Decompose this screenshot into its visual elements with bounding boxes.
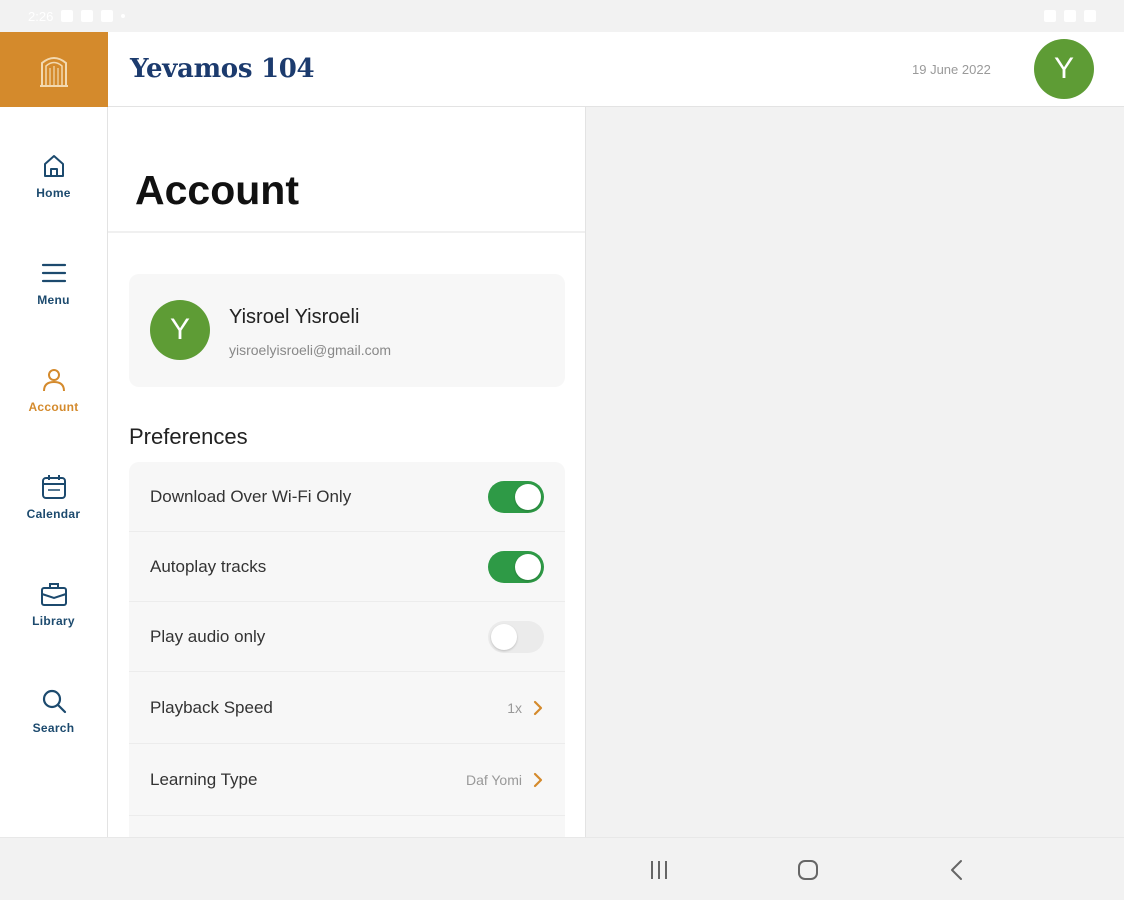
status-time: 2:26 <box>28 8 54 24</box>
battery-icon <box>1084 10 1096 22</box>
pref-label: Play audio only <box>150 626 266 646</box>
detail-panel <box>587 107 1124 837</box>
learning-type-value: Daf Yomi <box>465 771 522 788</box>
account-panel: Account Y Yisroel Yisroeli yisroelyisroe… <box>108 107 586 837</box>
sidebar-item-home[interactable]: Home <box>0 152 107 232</box>
sidebar-item-label: Menu <box>37 293 70 307</box>
page-title: Account <box>135 167 299 213</box>
sidebar-item-label: Search <box>32 721 75 735</box>
profile-card[interactable]: Y Yisroel Yisroeli yisroelyisroeli@gmail… <box>129 274 565 387</box>
system-home-button[interactable] <box>794 856 822 884</box>
status-left: 2:26 <box>28 8 126 24</box>
toggle-knob <box>515 553 541 580</box>
search-icon <box>42 689 66 714</box>
pref-playback-speed[interactable]: Playback Speed 1x <box>129 672 565 744</box>
app-logo[interactable] <box>0 32 108 107</box>
profile-email: yisroelyisroeli@gmail.com <box>229 342 392 358</box>
daf-title: Yevamos 104 <box>130 54 315 84</box>
recents-button[interactable] <box>645 856 673 884</box>
sidebar-item-search[interactable]: Search <box>0 687 107 767</box>
title-divider <box>108 231 585 233</box>
status-right <box>1044 10 1096 22</box>
pref-label: Learning Type <box>150 769 258 789</box>
back-button[interactable] <box>943 856 971 884</box>
preferences-list: Download Over Wi-Fi Only Autoplay tracks… <box>129 462 565 837</box>
pref-autoplay: Autoplay tracks <box>129 532 565 602</box>
chevron-right-icon <box>532 699 544 717</box>
recents-icon <box>651 861 667 879</box>
sidebar-item-label: Calendar <box>26 507 81 521</box>
avatar: Y <box>150 300 210 360</box>
menu-icon <box>41 263 66 283</box>
pref-row-partial <box>129 816 565 837</box>
sidebar-item-calendar[interactable]: Calendar <box>0 473 107 553</box>
chevron-right-icon <box>532 771 544 789</box>
toggle-knob <box>491 623 517 650</box>
pref-audio-only: Play audio only <box>129 602 565 672</box>
sidebar-item-label: Account <box>28 400 79 414</box>
system-nav-bar <box>0 837 1124 900</box>
user-icon <box>42 369 65 392</box>
top-bar: Yevamos 104 19 June 2022 Y <box>0 32 1124 107</box>
sidebar-item-menu[interactable]: Menu <box>0 259 107 339</box>
header-avatar[interactable]: Y <box>1034 39 1094 99</box>
pref-label: Download Over Wi-Fi Only <box>150 486 352 506</box>
sidebar-item-label: Home <box>36 186 71 200</box>
profile-name: Yisroel Yisroeli <box>229 306 360 328</box>
briefcase-icon <box>40 583 67 606</box>
calendar-icon <box>41 475 66 499</box>
audio-only-toggle[interactable] <box>488 620 544 653</box>
wifi-icon <box>1044 10 1056 22</box>
sidebar-nav: Home Menu Account Calendar Library Searc… <box>0 107 108 837</box>
app-notification-icon <box>101 10 114 22</box>
more-notifications-icon <box>121 14 126 18</box>
sidebar-item-library[interactable]: Library <box>0 580 107 660</box>
sidebar-item-label: Library <box>32 614 75 628</box>
pref-label: Playback Speed <box>150 697 273 717</box>
sidebar-item-account[interactable]: Account <box>0 366 107 446</box>
preferences-heading: Preferences <box>129 424 248 449</box>
playback-speed-value: 1x <box>507 699 522 716</box>
building-icon <box>40 56 68 87</box>
header-date: 19 June 2022 <box>912 62 991 77</box>
media-notification-icon <box>81 10 94 22</box>
wifi-only-toggle[interactable] <box>488 480 544 513</box>
autoplay-toggle[interactable] <box>488 550 544 583</box>
toggle-knob <box>515 483 541 510</box>
home-circle-icon <box>798 860 818 880</box>
back-icon <box>951 860 962 880</box>
pref-wifi-only: Download Over Wi-Fi Only <box>129 462 565 532</box>
pref-learning-type[interactable]: Learning Type Daf Yomi <box>129 744 565 816</box>
signal-icon <box>1064 10 1076 22</box>
pref-label: Autoplay tracks <box>150 556 267 576</box>
gallery-notification-icon <box>61 10 74 22</box>
home-icon <box>43 155 64 177</box>
status-bar: 2:26 <box>0 0 1124 32</box>
